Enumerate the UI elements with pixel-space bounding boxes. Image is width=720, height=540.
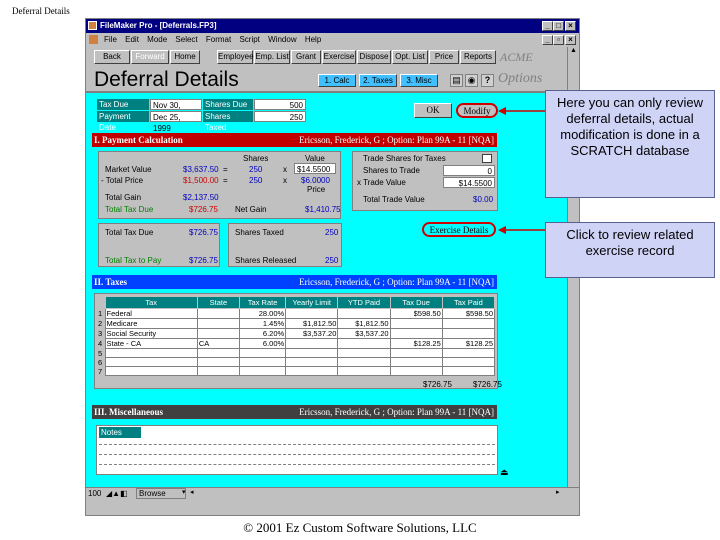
arrow-modify-head	[498, 107, 506, 115]
callout-arrows	[498, 107, 545, 234]
arrow-exercise-head	[498, 226, 506, 234]
footer-copyright: © 2001 Ez Custom Software Solutions, LLC	[243, 520, 477, 535]
